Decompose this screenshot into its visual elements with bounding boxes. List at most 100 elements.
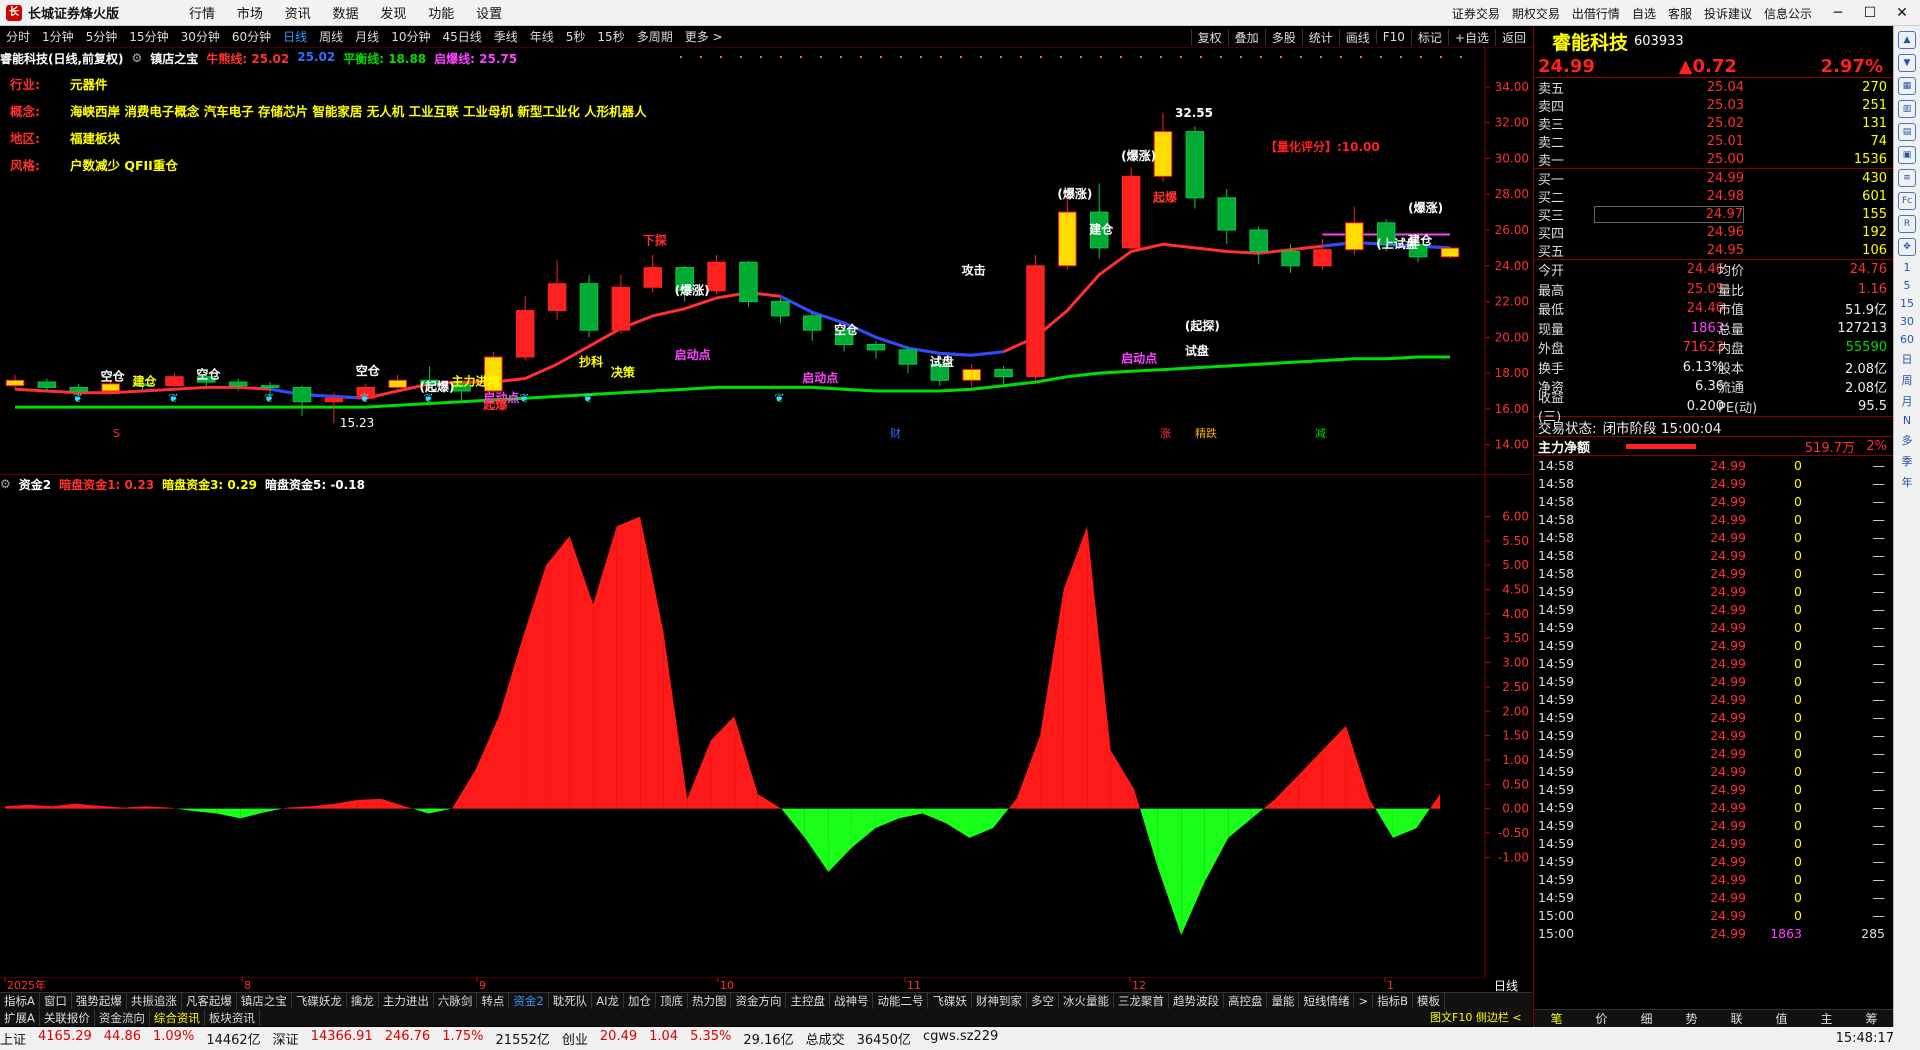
indicator-tab[interactable]: 热力图 (688, 993, 732, 1009)
indicator-tab[interactable]: 模板 (1413, 993, 1445, 1009)
indicator-tab[interactable]: 动能二号 (873, 993, 929, 1009)
link-watchlist[interactable]: 自选 (1632, 5, 1656, 22)
quote-tab[interactable]: 值 (1759, 1010, 1804, 1027)
info-tab[interactable]: 扩展A (0, 1009, 40, 1026)
indicator-tab[interactable]: 加仓 (624, 993, 656, 1009)
quote-tab[interactable]: 细 (1624, 1010, 1669, 1027)
order-book-row[interactable]: 买二 24.98 601 (1534, 187, 1893, 206)
info-tab[interactable]: 资金流向 (95, 1009, 150, 1026)
period-tab[interactable]: 周线 (313, 28, 349, 45)
period-tab[interactable]: 45日线 (436, 28, 487, 45)
info-tab[interactable]: 板块资讯 (205, 1009, 260, 1026)
side-period-button[interactable]: 5 (1904, 279, 1911, 292)
indicator-tab[interactable]: 量能 (1267, 993, 1300, 1009)
indicator-tab[interactable]: 资金2 (509, 993, 549, 1009)
side-period-button[interactable]: 30 (1900, 315, 1914, 328)
order-book-row[interactable]: 卖三 25.02 131 (1534, 114, 1893, 133)
indicator-tab[interactable]: 共振追涨 (127, 993, 182, 1009)
link-trade[interactable]: 证券交易 (1452, 5, 1500, 22)
quote-tab[interactable]: 势 (1669, 1010, 1714, 1027)
fc-icon[interactable]: Fc (1898, 192, 1916, 210)
indicator-tab[interactable]: 三龙聚首 (1114, 993, 1169, 1009)
period-tab[interactable]: 分时 (0, 28, 36, 45)
grid-icon[interactable]: ▤ (1898, 123, 1916, 141)
menu-item[interactable]: 设置 (476, 7, 502, 22)
link-disclosure[interactable]: 信息公示 (1764, 5, 1812, 22)
period-tab[interactable]: 15分钟 (123, 28, 174, 45)
order-book-row[interactable]: 卖五 25.04 270 (1534, 78, 1893, 97)
quote-tab[interactable]: 笔 (1534, 1010, 1579, 1027)
period-tab[interactable]: 月线 (349, 28, 385, 45)
f10-sidebar-link[interactable]: 图文F10 侧边栏 < (1430, 1009, 1522, 1025)
settings-icon[interactable]: ✥ (1898, 238, 1916, 256)
indicator-tab[interactable]: 窗口 (40, 993, 72, 1009)
side-period-button[interactable]: 季 (1902, 453, 1913, 469)
indicator-tab[interactable]: 强势起爆 (72, 993, 127, 1009)
period-tab[interactable]: 10分钟 (385, 28, 436, 45)
menu-item[interactable]: 资讯 (285, 7, 311, 22)
indicator-tab[interactable]: 战神号 (830, 993, 874, 1009)
chart-tool-button[interactable]: 叠加 (1227, 28, 1265, 46)
chart-tool-button[interactable]: 画线 (1338, 28, 1376, 46)
tv-icon[interactable]: ▣ (1898, 146, 1916, 164)
collapse-icon[interactable]: ▼ (1898, 54, 1916, 72)
fund-flow-chart[interactable]: 6.00 5.50 5.00 4.50 4.00 3.50 3.00 2.50 2.00 1.50… (0, 474, 1532, 977)
sub-indicator-name[interactable]: 资金2 (19, 476, 51, 493)
indicator-tab[interactable]: 指标B (1373, 993, 1413, 1009)
period-tab[interactable]: 1分钟 (36, 28, 80, 45)
chart-tool-button[interactable]: 统计 (1301, 28, 1339, 46)
chart-tool-button[interactable]: 标记 (1410, 28, 1448, 46)
indicator-tab[interactable]: 擒龙 (347, 993, 379, 1009)
side-period-button[interactable]: 1 (1904, 261, 1911, 274)
indicator-tab[interactable]: 财神到家 (972, 993, 1027, 1009)
chart-tool-button[interactable]: 多股 (1264, 28, 1302, 46)
indicator-tab[interactable]: AI龙 (592, 993, 624, 1009)
order-book-row[interactable]: 买四 24.96 192 (1534, 223, 1893, 242)
indicator-tab[interactable]: 顶底 (656, 993, 688, 1009)
quote-tab[interactable]: 联 (1714, 1010, 1759, 1027)
chart-tool-button[interactable]: +自选 (1447, 28, 1495, 46)
period-tab[interactable]: 5秒 (560, 28, 592, 45)
side-period-button[interactable]: 年 (1902, 474, 1913, 490)
indicator-tab[interactable]: 飞碟妖龙 (292, 993, 347, 1009)
info-tab[interactable]: 综合资讯 (150, 1009, 205, 1026)
indicator-tab[interactable]: 趋势波段 (1169, 993, 1224, 1009)
indicator-tab[interactable]: 指标A (0, 993, 40, 1009)
period-tab[interactable]: 15秒 (591, 28, 630, 45)
indicator-tab[interactable]: 高控盘 (1224, 993, 1268, 1009)
link-options[interactable]: 期权交易 (1512, 5, 1560, 22)
indicator-tab[interactable]: 短线情绪 (1299, 993, 1355, 1009)
indicator-tab[interactable]: 耽死队 (549, 993, 593, 1009)
bar-icon[interactable]: ▥ (1898, 100, 1916, 118)
maximize-icon[interactable]: ☐ (1856, 5, 1884, 21)
menu-item[interactable]: 功能 (428, 7, 454, 22)
indicator-tab[interactable]: > (1354, 994, 1374, 1008)
period-tab[interactable]: 多周期 (631, 28, 679, 45)
period-tab[interactable]: 30分钟 (175, 28, 226, 45)
quote-tab[interactable]: 价 (1579, 1010, 1624, 1027)
minimize-icon[interactable]: ─ (1824, 5, 1852, 21)
side-period-button[interactable]: 日 (1902, 351, 1913, 367)
order-book-row[interactable]: 卖二 25.01 74 (1534, 132, 1893, 151)
side-period-button[interactable]: 月 (1902, 393, 1913, 409)
indicator-tab[interactable]: 飞碟妖 (928, 993, 972, 1009)
side-period-button[interactable]: 60 (1900, 333, 1914, 346)
quote-tab[interactable]: 筹 (1849, 1010, 1894, 1027)
chart-tool-button[interactable]: 复权 (1190, 28, 1228, 46)
rsi-icon[interactable]: R (1898, 215, 1916, 233)
indicator-tab[interactable]: 资金方向 (731, 993, 787, 1009)
list-icon[interactable]: ≡ (1898, 169, 1916, 187)
sub-gear-icon[interactable]: ⚙ (0, 477, 11, 491)
indicator-tab[interactable]: 镇店之宝 (237, 993, 292, 1009)
menu-item[interactable]: 发现 (380, 7, 406, 22)
order-book-row[interactable]: 买五 24.95 106 (1534, 241, 1893, 260)
indicator-tab[interactable]: 主力进出 (379, 993, 434, 1009)
period-tab[interactable]: 年线 (524, 28, 560, 45)
side-period-button[interactable]: 周 (1902, 372, 1913, 388)
side-period-button[interactable]: N (1903, 414, 1911, 427)
link-feedback[interactable]: 投诉建议 (1704, 5, 1752, 22)
indicator-tab[interactable]: 主控盘 (786, 993, 830, 1009)
menu-item[interactable]: 行情 (189, 7, 215, 22)
menu-item[interactable]: 数据 (333, 7, 359, 22)
chart-icon[interactable]: ▦ (1898, 77, 1916, 95)
